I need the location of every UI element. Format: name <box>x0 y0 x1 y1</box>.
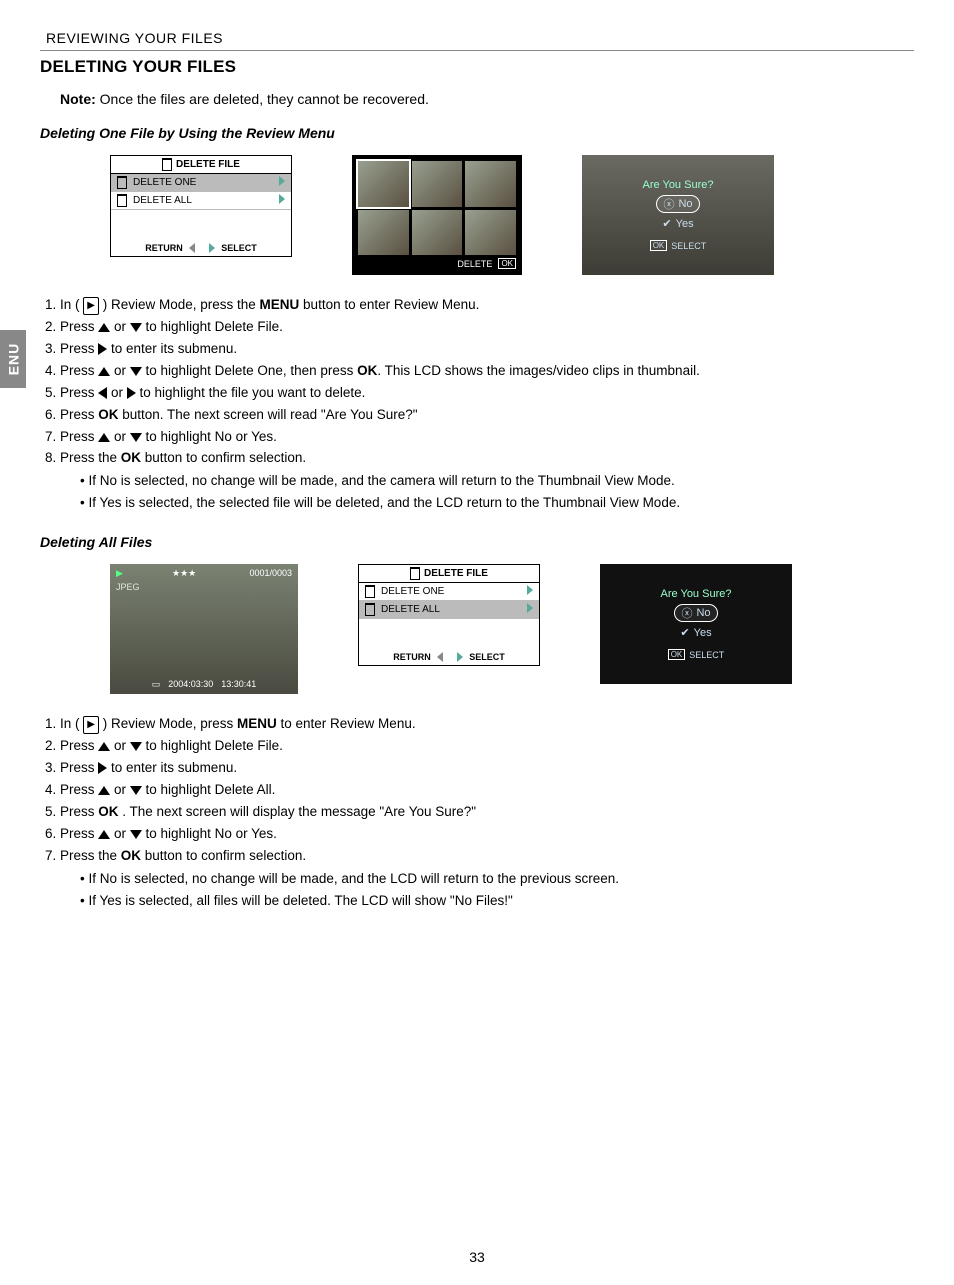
menu-item-delete-all[interactable]: DELETE ALL <box>359 601 539 619</box>
step-item: In ( ▶ ) Review Mode, press MENU to ente… <box>60 714 914 735</box>
down-arrow-icon <box>130 433 142 442</box>
up-arrow-icon <box>98 433 110 442</box>
right-arrow-icon <box>98 762 107 774</box>
menu-title: DELETE FILE <box>111 156 291 174</box>
step-item: Press the OK button to confirm selection… <box>60 846 914 912</box>
trash-icon <box>162 158 172 171</box>
step-item: Press or to highlight the file you want … <box>60 383 914 404</box>
menu-item-delete-one[interactable]: DELETE ONE <box>111 174 291 192</box>
review-mode-icon: ▶ <box>83 716 99 734</box>
step-item: Press the OK button to confirm selection… <box>60 448 914 514</box>
side-tab-label: ENU <box>5 343 21 376</box>
menu-item-delete-one[interactable]: DELETE ONE <box>359 583 539 601</box>
down-arrow-icon <box>130 367 142 376</box>
up-arrow-icon <box>98 786 110 795</box>
side-tab: ENU <box>0 330 26 388</box>
down-arrow-icon <box>130 786 142 795</box>
preview-box: ▶ ★★★ 0001/0003 JPEG ▭ 2004:03:30 13:30:41 <box>110 564 298 694</box>
menu-footer: RETURN SELECT <box>359 649 539 665</box>
trash-icon <box>365 603 375 616</box>
page-number: 33 <box>0 1249 954 1265</box>
preview-counter: 0001/0003 <box>249 568 292 578</box>
menu-footer: RETURN SELECT <box>111 240 291 256</box>
ok-icon: OK <box>668 649 686 660</box>
confirm-yes-option[interactable]: ✔Yes <box>680 626 711 639</box>
delete-file-menu: DELETE FILE DELETE ONE DELETE ALL RETURN… <box>358 564 540 666</box>
breadcrumb: REVIEWING YOUR FILES <box>40 30 914 46</box>
note-label: Note: <box>60 91 96 107</box>
left-arrow-icon <box>189 243 195 253</box>
ok-icon: OK <box>650 240 668 251</box>
confirm-no-option[interactable]: ⓧNo <box>656 195 699 213</box>
down-arrow-icon <box>130 742 142 751</box>
trash-icon <box>410 567 420 580</box>
menu-item-delete-all[interactable]: DELETE ALL <box>111 192 291 210</box>
confirm-select-label: SELECT <box>689 650 724 660</box>
delete-file-menu: DELETE FILE DELETE ONE DELETE ALL RETURN… <box>110 155 292 257</box>
step-item: Press or to highlight Delete All. <box>60 780 914 801</box>
right-arrow-icon <box>127 387 136 399</box>
trash-icon <box>117 194 127 207</box>
step-item: Press or to highlight Delete One, then p… <box>60 361 914 382</box>
down-arrow-icon <box>130 323 142 332</box>
confirm-yes-option[interactable]: ✔Yes <box>662 217 693 230</box>
up-arrow-icon <box>98 830 110 839</box>
confirm-dialog: Are You Sure? ⓧNo ✔Yes OKSELECT <box>582 155 774 275</box>
step-item: Press or to highlight Delete File. <box>60 317 914 338</box>
menu-title: DELETE FILE <box>359 565 539 583</box>
preview-format: JPEG <box>116 582 140 592</box>
preview-time: 13:30:41 <box>221 679 256 690</box>
thumb[interactable] <box>412 210 463 256</box>
play-icon: ▶ <box>116 568 123 579</box>
step-bullet: If Yes is selected, all files will be de… <box>80 891 914 912</box>
thumb-delete-label: DELETE <box>457 259 492 269</box>
right-arrow-icon <box>98 343 107 355</box>
up-arrow-icon <box>98 742 110 751</box>
thumb[interactable] <box>465 210 516 256</box>
step-item: Press to enter its submenu. <box>60 339 914 360</box>
confirm-no-option[interactable]: ⓧNo <box>674 604 717 622</box>
right-arrow-icon <box>209 243 215 253</box>
step-item: Press OK . The next screen will display … <box>60 802 914 823</box>
step-item: Press to enter its submenu. <box>60 758 914 779</box>
confirm-select-label: SELECT <box>671 241 706 251</box>
preview-date: 2004:03:30 <box>168 679 213 690</box>
section2-title: Deleting All Files <box>40 534 914 550</box>
step-item: Press or to highlight Delete File. <box>60 736 914 757</box>
section2-steps: In ( ▶ ) Review Mode, press MENU to ente… <box>40 714 914 911</box>
step-item: Press or to highlight No or Yes. <box>60 824 914 845</box>
section1-steps: In ( ▶ ) Review Mode, press the MENU but… <box>40 295 914 514</box>
camera-icon: ▭ <box>152 679 161 690</box>
thumb[interactable] <box>465 161 516 207</box>
up-arrow-icon <box>98 323 110 332</box>
right-arrow-icon <box>457 652 463 662</box>
left-arrow-icon <box>437 652 443 662</box>
up-arrow-icon <box>98 367 110 376</box>
down-arrow-icon <box>130 830 142 839</box>
step-item: In ( ▶ ) Review Mode, press the MENU but… <box>60 295 914 316</box>
review-mode-icon: ▶ <box>83 297 99 315</box>
ok-icon: OK <box>498 258 516 269</box>
confirm-question: Are You Sure? <box>643 179 714 191</box>
trash-icon <box>365 585 375 598</box>
step-bullet: If Yes is selected, the selected file wi… <box>80 493 914 514</box>
rule <box>40 50 914 51</box>
step-item: Press OK button. The next screen will re… <box>60 405 914 426</box>
confirm-dialog: Are You Sure? ⓧNo ✔Yes OKSELECT <box>600 564 792 684</box>
thumb[interactable] <box>358 210 409 256</box>
step-bullet: If No is selected, no change will be mad… <box>80 471 914 492</box>
page-heading: DELETING YOUR FILES <box>40 57 914 77</box>
note-text: Once the files are deleted, they cannot … <box>96 91 429 107</box>
thumbnail-grid: DELETE OK <box>352 155 522 275</box>
note-line: Note: Once the files are deleted, they c… <box>60 91 914 107</box>
rating-stars: ★★★ <box>172 568 196 579</box>
step-item: Press or to highlight No or Yes. <box>60 427 914 448</box>
step-bullet: If No is selected, no change will be mad… <box>80 869 914 890</box>
thumb[interactable] <box>412 161 463 207</box>
section1-title: Deleting One File by Using the Review Me… <box>40 125 914 141</box>
thumb[interactable] <box>358 161 409 207</box>
left-arrow-icon <box>98 387 107 399</box>
trash-icon <box>117 176 127 189</box>
confirm-question: Are You Sure? <box>661 588 732 600</box>
